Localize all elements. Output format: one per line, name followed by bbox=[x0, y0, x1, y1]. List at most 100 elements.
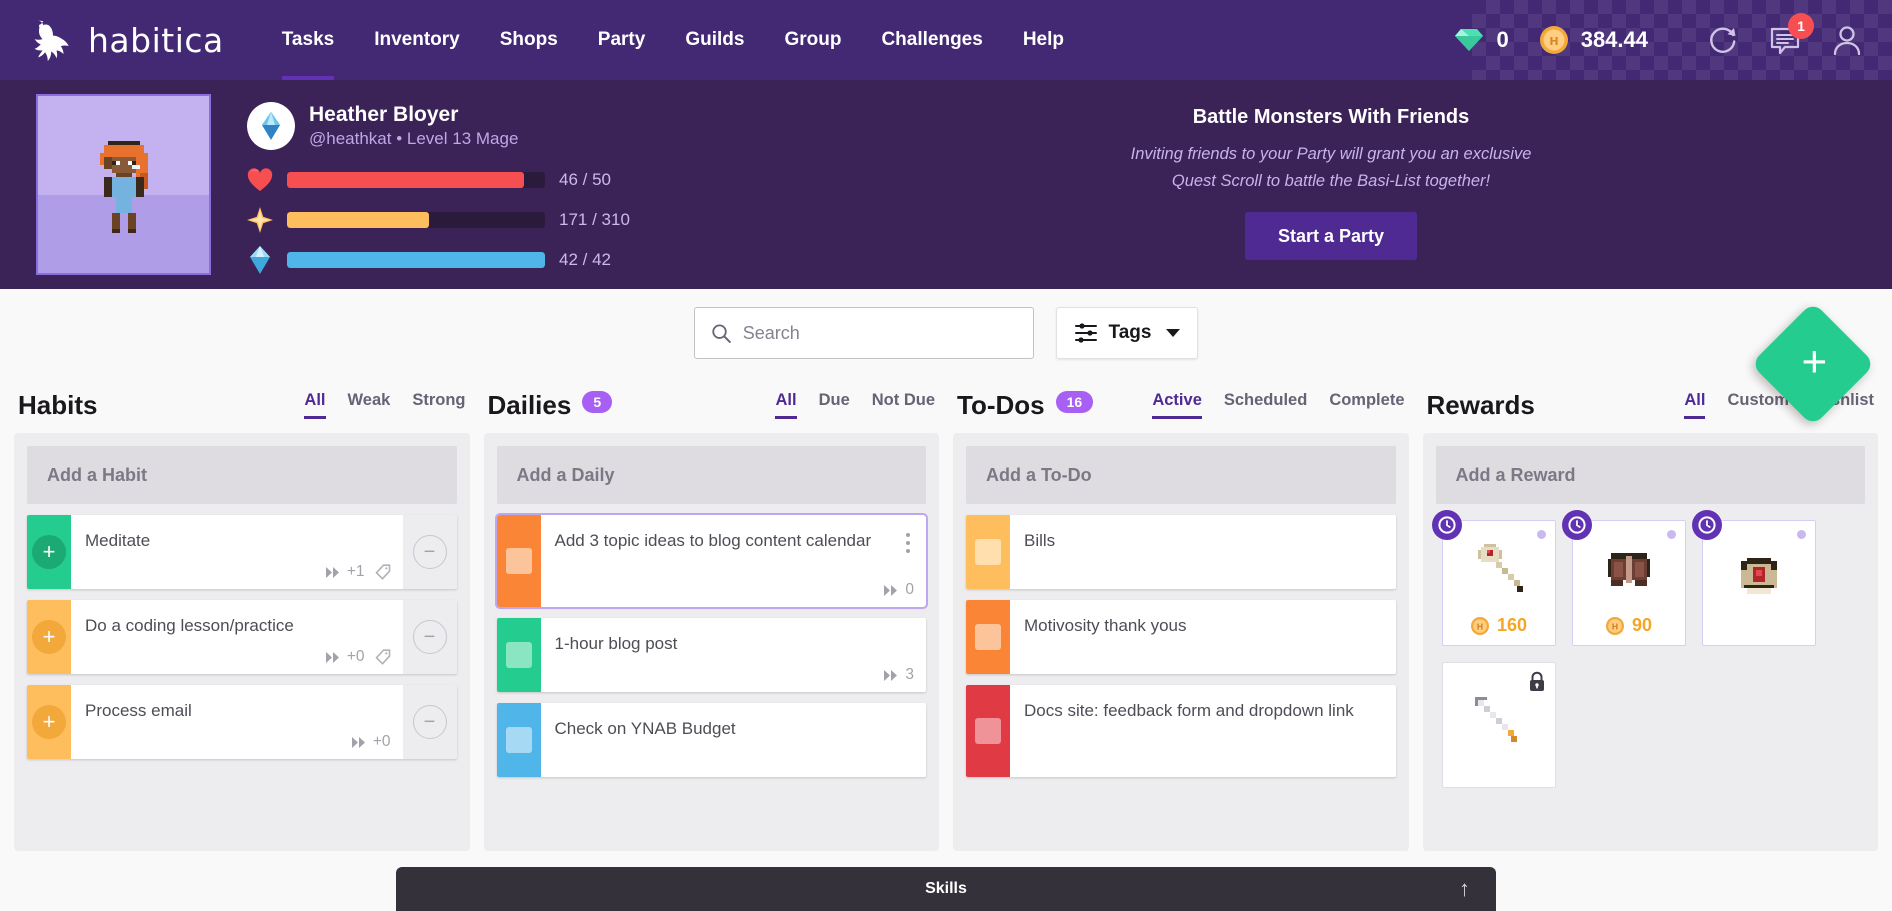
add-daily-input[interactable]: Add a Daily bbox=[496, 446, 926, 504]
avatar-display[interactable] bbox=[36, 94, 211, 275]
habits-header: Habits All Weak Strong bbox=[14, 377, 470, 421]
nav-item-tasks[interactable]: Tasks bbox=[262, 0, 354, 80]
table-row[interactable]: Add 3 topic ideas to blog content calend… bbox=[494, 513, 928, 609]
gem-currency[interactable]: 0 bbox=[1454, 27, 1509, 53]
mace-weapon-icon bbox=[1477, 544, 1523, 592]
experience-bar-fill bbox=[287, 212, 429, 229]
table-row[interactable]: + Process email +0 − bbox=[27, 685, 457, 759]
gold-coin-icon: H bbox=[1470, 616, 1489, 635]
task-options-menu-icon[interactable] bbox=[902, 529, 914, 557]
checkbox-icon bbox=[975, 624, 1001, 650]
todo-title: Motivosity thank yous bbox=[1024, 616, 1187, 635]
habit-increment-button[interactable]: + bbox=[27, 600, 71, 674]
todos-filter-scheduled[interactable]: Scheduled bbox=[1224, 391, 1307, 419]
dailies-filters: All Due Not Due bbox=[775, 391, 935, 421]
tags-filter-button[interactable]: Tags bbox=[1056, 307, 1198, 359]
brand-logo-group[interactable]: habitica bbox=[32, 18, 224, 62]
minus-icon: − bbox=[412, 535, 447, 569]
reward-price: H 90 bbox=[1605, 615, 1652, 636]
table-row[interactable]: Motivosity thank yous bbox=[966, 600, 1396, 674]
habit-increment-button[interactable]: + bbox=[27, 515, 71, 589]
messages-icon[interactable]: 1 bbox=[1768, 13, 1814, 57]
nav-item-group[interactable]: Group bbox=[764, 0, 861, 80]
start-a-party-button[interactable]: Start a Party bbox=[1245, 212, 1417, 261]
table-row[interactable]: + Meditate +1 − bbox=[27, 515, 457, 589]
todos-filter-active[interactable]: Active bbox=[1152, 391, 1202, 419]
fast-forward-icon bbox=[325, 566, 339, 578]
column-habits: Habits All Weak Strong Add a Habit + Med… bbox=[14, 377, 470, 851]
daily-content: 1-hour blog post 3 bbox=[541, 618, 927, 692]
nav-item-guilds[interactable]: Guilds bbox=[665, 0, 764, 80]
rewards-filter-custom[interactable]: Custom bbox=[1727, 391, 1788, 419]
list-item[interactable] bbox=[1691, 510, 1816, 646]
profile-info: Heather Bloyer @heathkat • Level 13 Mage… bbox=[211, 80, 851, 289]
checkbox-icon bbox=[505, 548, 532, 574]
habit-streak: +0 bbox=[325, 648, 365, 666]
dailies-header: Dailies 5 All Due Not Due bbox=[484, 377, 940, 421]
nav-item-party[interactable]: Party bbox=[578, 0, 666, 80]
habit-increment-button[interactable]: + bbox=[27, 685, 71, 759]
sword-weapon-icon bbox=[1474, 696, 1517, 742]
habit-decrement-button[interactable]: − bbox=[402, 685, 457, 759]
tag-icon bbox=[374, 648, 390, 665]
daily-checkbox[interactable] bbox=[496, 703, 541, 777]
dailies-filter-all[interactable]: All bbox=[775, 391, 797, 419]
daily-meta: 3 bbox=[555, 658, 914, 684]
dailies-filter-due[interactable]: Due bbox=[819, 391, 850, 419]
expand-up-arrow-icon[interactable]: ↑ bbox=[1459, 878, 1470, 900]
star-xp-icon bbox=[247, 206, 273, 234]
list-item[interactable]: H 90 bbox=[1561, 510, 1686, 646]
todos-header: To-Dos 16 Active Scheduled Complete bbox=[953, 377, 1409, 421]
search-box[interactable] bbox=[694, 307, 1034, 359]
todo-checkbox[interactable] bbox=[966, 600, 1010, 674]
gold-currency[interactable]: H 384.44 bbox=[1539, 25, 1648, 55]
list-item[interactable]: H 160 bbox=[1431, 510, 1556, 646]
gold-coin-icon: H bbox=[1539, 26, 1568, 54]
add-todo-input[interactable]: Add a To-Do bbox=[966, 446, 1396, 504]
nav-item-inventory[interactable]: Inventory bbox=[354, 0, 480, 80]
daily-checkbox[interactable] bbox=[496, 618, 541, 692]
table-row[interactable]: Check on YNAB Budget bbox=[496, 703, 926, 777]
gryphon-logo-icon bbox=[34, 20, 69, 61]
daily-streak-value: 0 bbox=[905, 581, 914, 598]
table-row[interactable]: 1-hour blog post 3 bbox=[496, 618, 927, 692]
experience-value: 171 / 310 bbox=[559, 210, 630, 230]
habit-title: Process email bbox=[85, 701, 192, 720]
skills-bar[interactable]: Skills ↑ bbox=[396, 867, 1496, 911]
todo-checkbox[interactable] bbox=[966, 515, 1010, 589]
profile-hero: Heather Bloyer @heathkat • Level 13 Mage… bbox=[0, 80, 1892, 427]
search-input[interactable] bbox=[742, 322, 1017, 344]
table-row[interactable]: Bills bbox=[966, 515, 1396, 589]
user-profile-icon[interactable] bbox=[1830, 23, 1864, 57]
mana-value: 42 / 42 bbox=[559, 250, 611, 270]
habits-filter-all[interactable]: All bbox=[304, 391, 326, 419]
table-row[interactable]: + Do a coding lesson/practice +0 − bbox=[27, 600, 457, 674]
nav-item-shops[interactable]: Shops bbox=[480, 0, 578, 80]
daily-checkbox[interactable] bbox=[496, 515, 541, 607]
habit-decrement-button[interactable]: − bbox=[402, 515, 457, 589]
todos-body: Add a To-Do Bills Motivosity thank yous bbox=[953, 433, 1409, 851]
add-habit-input[interactable]: Add a Habit bbox=[27, 446, 457, 504]
sync-refresh-icon[interactable] bbox=[1706, 23, 1740, 57]
main-nav: Tasks Inventory Shops Party Guilds Group… bbox=[262, 0, 1084, 80]
todos-filter-complete[interactable]: Complete bbox=[1329, 391, 1404, 419]
todo-checkbox[interactable] bbox=[966, 685, 1010, 777]
nav-item-help[interactable]: Help bbox=[1003, 0, 1084, 80]
plus-icon: + bbox=[32, 705, 66, 739]
plus-icon: + bbox=[32, 535, 66, 569]
habit-meta: +1 bbox=[85, 555, 391, 581]
habits-filter-weak[interactable]: Weak bbox=[348, 391, 391, 419]
skills-label: Skills bbox=[925, 880, 967, 897]
column-rewards: Rewards All Custom Wishlist Add a Reward bbox=[1422, 377, 1878, 851]
habit-meta: +0 bbox=[85, 725, 391, 751]
rewards-filter-all[interactable]: All bbox=[1684, 391, 1706, 419]
list-item[interactable] bbox=[1441, 662, 1556, 788]
dailies-count-badge: 5 bbox=[582, 390, 613, 414]
dailies-filter-not-due[interactable]: Not Due bbox=[872, 391, 935, 419]
nav-item-challenges[interactable]: Challenges bbox=[861, 0, 1002, 80]
habit-decrement-button[interactable]: − bbox=[402, 600, 457, 674]
table-row[interactable]: Docs site: feedback form and dropdown li… bbox=[966, 685, 1396, 777]
checkbox-icon bbox=[505, 642, 532, 668]
add-reward-input[interactable]: Add a Reward bbox=[1435, 446, 1865, 504]
habits-filter-strong[interactable]: Strong bbox=[412, 391, 465, 419]
